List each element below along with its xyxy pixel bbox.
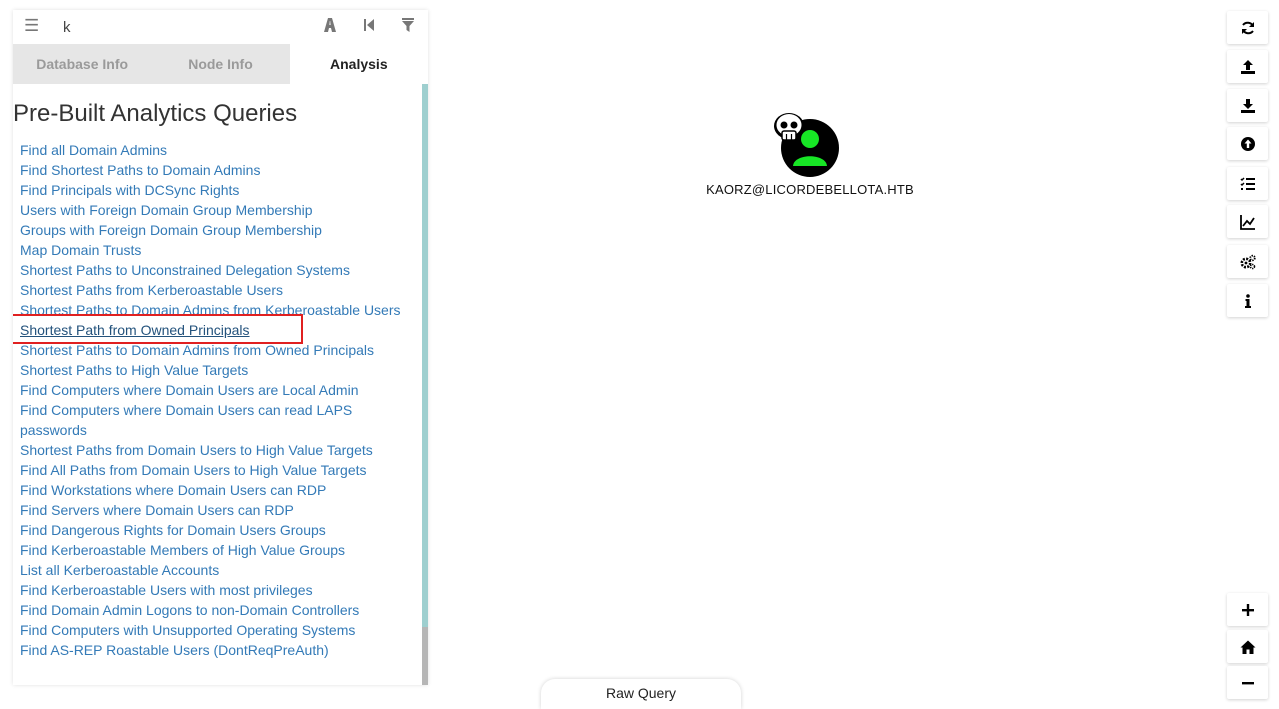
tab-bar: Database Info Node Info Analysis [13, 44, 428, 84]
query-item[interactable]: Find Computers where Domain Users are Lo… [20, 380, 415, 400]
chart-icon [1239, 214, 1255, 230]
query-list: Find all Domain Admins Find Shortest Pat… [20, 140, 415, 660]
query-item[interactable]: Find Kerberoastable Members of High Valu… [20, 540, 415, 560]
query-item[interactable]: Users with Foreign Domain Group Membersh… [20, 200, 415, 220]
chart-button[interactable] [1227, 205, 1268, 238]
analysis-heading: Pre-Built Analytics Queries [13, 100, 298, 127]
queries-icon [1239, 176, 1255, 190]
panel-scrollbar[interactable] [422, 84, 428, 685]
query-item[interactable]: Find Domain Admin Logons to non-Domain C… [20, 600, 415, 620]
zoom-in-button[interactable] [1227, 593, 1268, 626]
tab-database-info[interactable]: Database Info [13, 44, 152, 84]
zoom-out-button[interactable] [1227, 666, 1268, 699]
settings-icon [1240, 254, 1256, 269]
query-item[interactable]: Find Servers where Domain Users can RDP [20, 500, 415, 520]
query-item[interactable]: Find AS-REP Roastable Users (DontReqPreA… [20, 640, 415, 660]
query-item[interactable]: Shortest Paths to Unconstrained Delegati… [20, 260, 415, 280]
download-icon [1240, 98, 1255, 113]
query-item[interactable]: Shortest Paths from Domain Users to High… [20, 440, 415, 460]
refresh-icon [1241, 21, 1254, 34]
pathfinding-icon[interactable] [321, 17, 339, 35]
node-label: KAORZ@LICORDEBELLOTA.HTB [706, 182, 914, 197]
download-button[interactable] [1227, 89, 1268, 122]
import-button[interactable] [1227, 127, 1268, 160]
query-item[interactable]: Shortest Paths from Kerberoastable Users [20, 280, 415, 300]
import-icon [1240, 136, 1255, 151]
left-panel: ☰ Database Info Node Info Analysis Pre-B… [13, 10, 428, 685]
tab-analysis[interactable]: Analysis [289, 44, 428, 84]
zoom-out-icon [1241, 681, 1254, 684]
query-item[interactable]: Map Domain Trusts [20, 240, 415, 260]
query-item[interactable]: Find Workstations where Domain Users can… [20, 480, 415, 500]
menu-icon[interactable]: ☰ [24, 17, 40, 35]
home-button[interactable] [1227, 630, 1268, 663]
search-bar: ☰ [13, 10, 428, 44]
tab-node-info[interactable]: Node Info [151, 44, 290, 84]
query-item[interactable]: Find Computers where Domain Users can re… [20, 400, 415, 440]
upload-button[interactable] [1227, 50, 1268, 83]
settings-button[interactable] [1227, 245, 1268, 278]
scrollbar-thumb[interactable] [422, 84, 428, 627]
back-icon[interactable] [360, 17, 378, 35]
query-item[interactable]: Find All Paths from Domain Users to High… [20, 460, 415, 480]
upload-icon [1240, 59, 1255, 74]
zoom-in-icon [1241, 603, 1254, 616]
graph-node-user[interactable] [770, 110, 850, 180]
query-item[interactable]: Find all Domain Admins [20, 140, 415, 160]
query-item[interactable]: Shortest Paths to High Value Targets [20, 360, 415, 380]
query-item[interactable]: Find Shortest Paths to Domain Admins [20, 160, 415, 180]
query-item[interactable]: Find Dangerous Rights for Domain Users G… [20, 520, 415, 540]
query-item[interactable]: Find Kerberoastable Users with most priv… [20, 580, 415, 600]
analysis-content: Pre-Built Analytics Queries Find all Dom… [13, 84, 422, 685]
user-node-icon [774, 113, 839, 177]
search-input[interactable] [57, 16, 309, 38]
highlight-annotation-box [13, 314, 303, 344]
info-button[interactable] [1227, 284, 1268, 317]
scrollbar-track-end [422, 627, 428, 685]
queries-button[interactable] [1227, 167, 1268, 200]
query-item[interactable]: Groups with Foreign Domain Group Members… [20, 220, 415, 240]
query-item[interactable]: List all Kerberoastable Accounts [20, 560, 415, 580]
info-icon [1244, 293, 1251, 308]
home-icon [1240, 640, 1255, 654]
filter-icon[interactable] [399, 17, 417, 35]
query-item[interactable]: Find Computers with Unsupported Operatin… [20, 620, 415, 640]
refresh-button[interactable] [1227, 11, 1268, 44]
query-item[interactable]: Find Principals with DCSync Rights [20, 180, 415, 200]
